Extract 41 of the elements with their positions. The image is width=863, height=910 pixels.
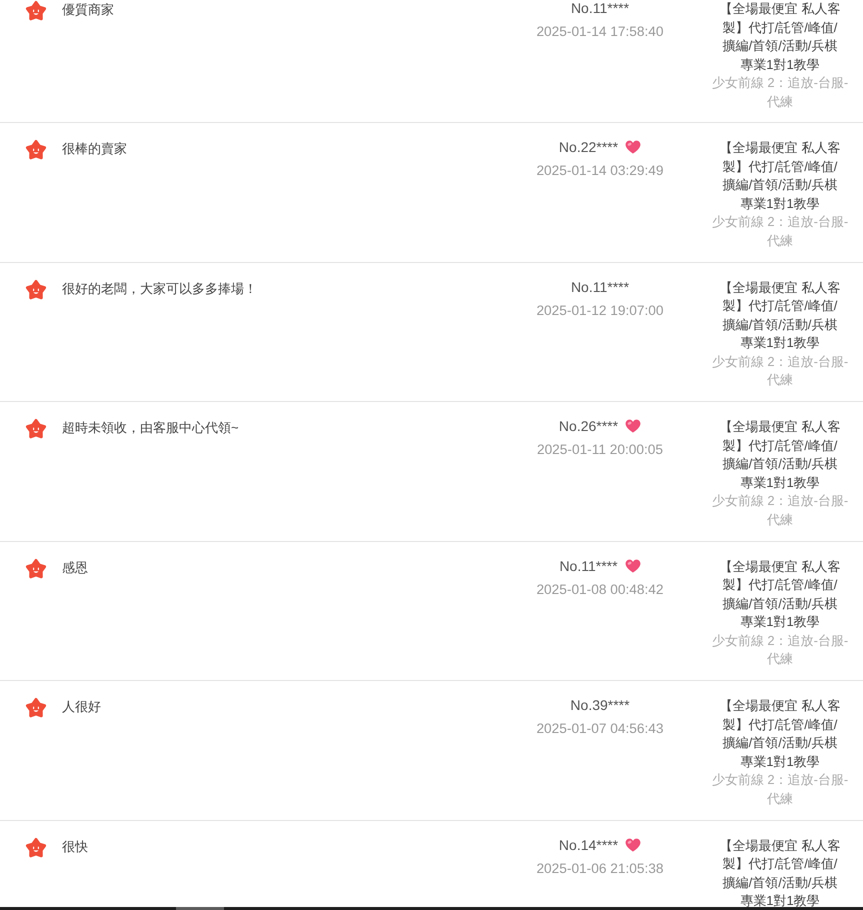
review-time: 2025-01-11 20:00:05 <box>536 442 664 458</box>
review-comment: 人很好 <box>62 698 101 716</box>
star-face-icon <box>25 836 47 858</box>
review-comment: 很好的老闆，大家可以多多捧場！ <box>62 280 257 298</box>
buyer-id: No.11**** <box>570 278 630 294</box>
product-category: 少女前線 2：追放-台服-代練 <box>710 492 850 528</box>
review-time: 2025-01-12 19:07:00 <box>536 302 664 318</box>
star-face-icon <box>25 139 47 160</box>
product-title: 【全場最便宜 私人客製】代打/託管/峰值/擴編/首領/活動/兵棋專業1對1教學 <box>718 418 842 492</box>
product-title: 【全場最便宜 私人客製】代打/託管/峰值/擴編/首領/活動/兵棋專業1對1教學 <box>718 0 842 74</box>
star-face-icon <box>25 558 47 578</box>
review-comment: 很快 <box>62 838 88 856</box>
product-title: 【全場最便宜 私人客製】代打/託管/峰值/擴編/首領/活動/兵棋專業1對1教學 <box>718 836 842 907</box>
buyer-id: No.11**** <box>570 0 630 16</box>
review-time: 2025-01-14 03:29:49 <box>536 163 664 179</box>
review-comment: 超時未領收，由客服中心代領~ <box>62 419 239 438</box>
star-face-icon <box>25 697 47 718</box>
product-category: 少女前線 2：追放-台服-代練 <box>710 352 850 389</box>
product-category: 少女前線 2：追放-台服-代練 <box>710 632 850 668</box>
product-category: 少女前線 2：追放-台服-代練 <box>710 74 850 110</box>
buyer-id: No.39**** <box>570 697 630 713</box>
buyer-id: No.26**** <box>558 418 618 434</box>
product-title: 【全場最便宜 私人客製】代打/託管/峰值/擴編/首領/活動/兵棋專業1對1教學 <box>718 558 842 631</box>
product-title: 【全場最便宜 私人客製】代打/託管/峰值/擴編/首領/活動/兵棋專業1對1教學 <box>718 139 842 212</box>
product-category: 少女前線 2：追放-台服-代練 <box>710 771 850 808</box>
product-category: 少女前線 2：追放-台服-代練 <box>710 213 850 250</box>
review-time: 2025-01-14 17:58:40 <box>536 24 664 40</box>
review-time: 2025-01-06 21:05:38 <box>536 860 664 876</box>
buyer-id: No.11**** <box>559 558 618 574</box>
review-comment: 很棒的賣家 <box>62 140 127 158</box>
review-time: 2025-01-07 04:56:43 <box>536 721 664 737</box>
star-face-icon <box>25 278 47 300</box>
scrollbar-thumb[interactable] <box>176 907 224 910</box>
buyer-id: No.14**** <box>558 836 618 852</box>
review-time: 2025-01-08 00:48:42 <box>536 582 664 598</box>
review-comment: 感恩 <box>62 558 88 577</box>
buyer-id: No.22**** <box>558 139 618 155</box>
product-title: 【全場最便宜 私人客製】代打/託管/峰值/擴編/首領/活動/兵棋專業1對1教學 <box>718 278 842 352</box>
product-title: 【全場最便宜 私人客製】代打/託管/峰值/擴編/首領/活動/兵棋專業1對1教學 <box>718 697 842 770</box>
review-comment: 優質商家 <box>62 1 114 20</box>
star-face-icon <box>25 418 47 439</box>
